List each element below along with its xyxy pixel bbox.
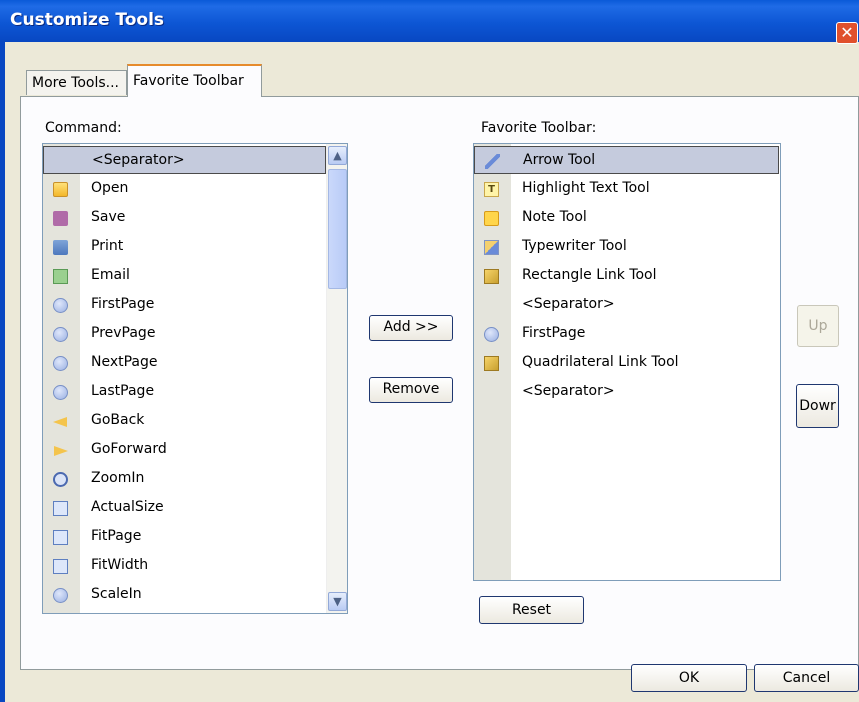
save-icon bbox=[53, 211, 68, 226]
favorite-list-item[interactable]: <Separator> bbox=[474, 291, 779, 319]
add-button[interactable]: Add >> bbox=[369, 315, 453, 341]
command-list-item[interactable]: GoForward bbox=[43, 436, 326, 464]
scroll-thumb[interactable] bbox=[328, 169, 347, 289]
ok-button[interactable]: OK bbox=[631, 664, 747, 692]
item-label: FirstPage bbox=[91, 296, 155, 312]
item-label: GoForward bbox=[91, 441, 167, 457]
favorite-list-item[interactable]: Typewriter Tool bbox=[474, 233, 779, 261]
scroll-up-icon[interactable]: ▲ bbox=[328, 146, 347, 165]
rectangle-link-icon bbox=[484, 269, 499, 284]
typewriter-icon bbox=[484, 240, 499, 255]
command-list-item[interactable]: NextPage bbox=[43, 349, 326, 377]
go-back-icon bbox=[53, 414, 68, 429]
item-label: Print bbox=[91, 238, 124, 254]
scale-in-icon bbox=[53, 588, 68, 603]
favorite-list-item[interactable]: <Separator> bbox=[474, 378, 779, 406]
favorite-list-item[interactable]: Rectangle Link Tool bbox=[474, 262, 779, 290]
reset-button[interactable]: Reset bbox=[479, 596, 584, 624]
item-label: ScaleIn bbox=[91, 586, 142, 602]
command-list-item[interactable]: Print bbox=[43, 233, 326, 261]
command-list-item[interactable]: ZoomIn bbox=[43, 465, 326, 493]
window-border bbox=[0, 42, 5, 702]
command-list-item[interactable]: Open bbox=[43, 175, 326, 203]
item-label: LastPage bbox=[91, 383, 155, 399]
command-label: Command: bbox=[45, 120, 122, 136]
command-list-item[interactable]: PrevPage bbox=[43, 320, 326, 348]
arrow-tool-icon bbox=[485, 154, 500, 169]
command-list-item[interactable]: FirstPage bbox=[43, 291, 326, 319]
command-list-item[interactable]: FitPage bbox=[43, 523, 326, 551]
item-label: <Separator> bbox=[92, 152, 185, 168]
quadrilateral-link-icon bbox=[484, 356, 499, 371]
command-list-item[interactable]: Save bbox=[43, 204, 326, 232]
go-forward-icon bbox=[53, 443, 68, 458]
favorite-list-item[interactable]: Quadrilateral Link Tool bbox=[474, 349, 779, 377]
command-list-item[interactable]: <Separator> bbox=[43, 146, 326, 174]
tab-more-tools[interactable]: More Tools... bbox=[26, 70, 127, 95]
fit-page-icon bbox=[53, 530, 68, 545]
folder-icon bbox=[53, 182, 68, 197]
item-label: Highlight Text Tool bbox=[522, 180, 650, 196]
item-label: Rectangle Link Tool bbox=[522, 267, 657, 283]
item-label: Arrow Tool bbox=[523, 152, 596, 168]
first-page-icon bbox=[53, 298, 68, 313]
close-icon[interactable]: ✕ bbox=[836, 22, 858, 44]
print-icon bbox=[53, 240, 68, 255]
item-label: PrevPage bbox=[91, 325, 156, 341]
item-label: FirstPage bbox=[522, 325, 586, 341]
favorite-toolbar-label: Favorite Toolbar: bbox=[481, 120, 597, 136]
command-list-item[interactable]: GoBack bbox=[43, 407, 326, 435]
command-list-item[interactable]: Email bbox=[43, 262, 326, 290]
tab-favorite-toolbar[interactable]: Favorite Toolbar bbox=[127, 64, 262, 97]
favorite-list-item[interactable]: Arrow Tool bbox=[474, 146, 779, 174]
item-label: Open bbox=[91, 180, 129, 196]
item-label: FitPage bbox=[91, 528, 142, 544]
item-label: Quadrilateral Link Tool bbox=[522, 354, 679, 370]
command-list[interactable]: <Separator> Open Save Print Email FirstPage Pr… bbox=[42, 143, 348, 614]
item-label: <Separator> bbox=[522, 296, 615, 312]
next-page-icon bbox=[53, 356, 68, 371]
item-label: Email bbox=[91, 267, 130, 283]
note-icon bbox=[484, 211, 499, 226]
first-page-icon bbox=[484, 327, 499, 342]
favorite-toolbar-list[interactable]: Arrow Tool T Highlight Text Tool Note Tool T… bbox=[473, 143, 781, 581]
item-label: FitWidth bbox=[91, 557, 149, 573]
item-label: NextPage bbox=[91, 354, 158, 370]
move-up-button[interactable]: Up bbox=[797, 305, 839, 347]
item-label: Typewriter Tool bbox=[522, 238, 627, 254]
command-list-item[interactable]: ScaleIn bbox=[43, 581, 326, 609]
title-bar: Customize Tools bbox=[0, 0, 859, 42]
item-label: ActualSize bbox=[91, 499, 164, 515]
item-label: Save bbox=[91, 209, 126, 225]
cancel-button[interactable]: Cancel bbox=[754, 664, 859, 692]
command-list-item[interactable]: FitWidth bbox=[43, 552, 326, 580]
actual-size-icon bbox=[53, 501, 68, 516]
zoom-in-icon bbox=[53, 472, 68, 487]
fit-width-icon bbox=[53, 559, 68, 574]
item-label: Note Tool bbox=[522, 209, 587, 225]
favorite-list-item[interactable]: FirstPage bbox=[474, 320, 779, 348]
favorite-list-item[interactable]: Note Tool bbox=[474, 204, 779, 232]
highlight-text-icon: T bbox=[484, 182, 499, 197]
move-down-button[interactable]: Dowr bbox=[796, 384, 839, 428]
scroll-down-icon[interactable]: ▼ bbox=[328, 592, 347, 611]
command-list-scrollbar[interactable]: ▲ ▼ bbox=[326, 144, 347, 613]
item-label: GoBack bbox=[91, 412, 145, 428]
prev-page-icon bbox=[53, 327, 68, 342]
last-page-icon bbox=[53, 385, 68, 400]
favorite-list-item[interactable]: T Highlight Text Tool bbox=[474, 175, 779, 203]
command-list-item[interactable]: LastPage bbox=[43, 378, 326, 406]
remove-button[interactable]: Remove bbox=[369, 377, 453, 403]
command-list-item[interactable]: ActualSize bbox=[43, 494, 326, 522]
item-label: <Separator> bbox=[522, 383, 615, 399]
email-icon bbox=[53, 269, 68, 284]
item-label: ZoomIn bbox=[91, 470, 145, 486]
window-title: Customize Tools bbox=[10, 10, 165, 30]
